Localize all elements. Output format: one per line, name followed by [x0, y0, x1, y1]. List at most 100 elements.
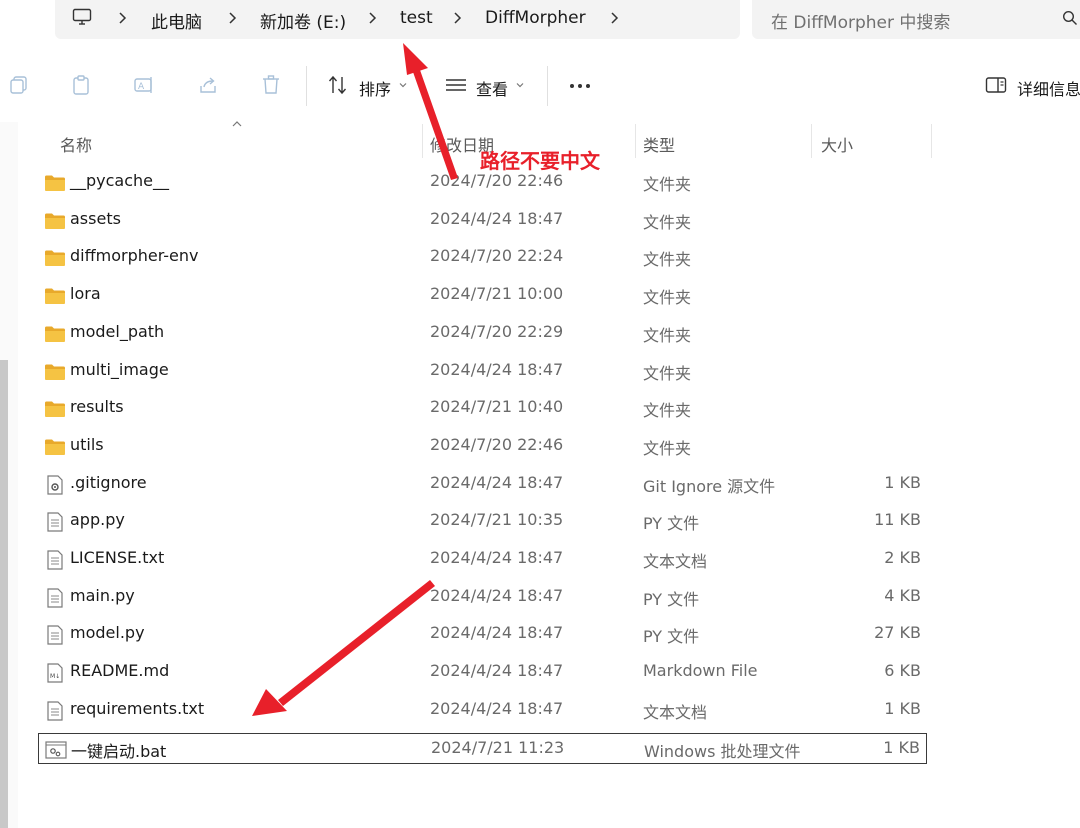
breadcrumb-drive-e[interactable]: 新加卷 (E:) [260, 8, 346, 33]
share-icon[interactable] [197, 74, 219, 96]
sort-ascending-icon [232, 121, 242, 127]
file-date-modified: 2024/7/21 10:40 [430, 397, 564, 417]
file-date-modified: 2024/7/20 22:24 [430, 246, 564, 266]
column-divider[interactable] [422, 124, 423, 158]
sort-icon[interactable] [327, 74, 349, 96]
copy-icon[interactable] [8, 74, 30, 96]
file-type: 文件夹 [643, 401, 692, 421]
paste-icon[interactable] [70, 74, 92, 96]
chevron-right-icon[interactable] [227, 11, 237, 25]
file-row[interactable]: results 2024/7/21 10:40 文件夹 [38, 393, 927, 424]
view-button[interactable]: 查看 [476, 76, 508, 100]
column-header-type[interactable]: 类型 [643, 132, 675, 156]
more-options-icon[interactable] [569, 74, 591, 96]
delete-icon[interactable] [260, 74, 282, 96]
column-divider[interactable] [931, 124, 932, 158]
file-row[interactable]: app.py 2024/7/21 10:35 PY 文件 11 KB [38, 506, 927, 537]
file-name[interactable]: diffmorpher-env [70, 246, 199, 265]
file-type: Git Ignore 源文件 [643, 476, 776, 496]
search-placeholder[interactable]: 在 DiffMorpher 中搜索 [771, 8, 950, 33]
column-divider[interactable] [811, 124, 812, 158]
rename-icon[interactable]: A [133, 74, 155, 96]
chevron-right-icon[interactable] [367, 11, 377, 25]
toolbar-divider [306, 66, 307, 106]
file-name[interactable]: model.py [70, 623, 145, 642]
file-row[interactable]: 一键启动.bat 2024/7/21 11:23 Windows 批处理文件 1 KB [38, 732, 927, 764]
file-row[interactable]: assets 2024/4/24 18:47 文件夹 [38, 205, 927, 236]
svg-text:A: A [138, 82, 145, 92]
file-date-modified: 2024/7/21 10:35 [430, 510, 564, 530]
file-name[interactable]: .gitignore [70, 473, 147, 492]
file-row[interactable]: diffmorpher-env 2024/7/20 22:24 文件夹 [38, 242, 927, 273]
sort-button[interactable]: 排序 [359, 76, 391, 100]
file-name[interactable]: utils [70, 435, 104, 454]
file-type: 文本文档 [643, 702, 708, 722]
file-row[interactable]: lora 2024/7/21 10:00 文件夹 [38, 280, 927, 311]
file-type: 文本文档 [643, 552, 708, 571]
file-row[interactable]: model.py 2024/4/24 18:47 PY 文件 27 KB [38, 619, 927, 650]
folder-icon [45, 175, 65, 191]
breadcrumb-diffmorpher[interactable]: DiffMorpher [485, 8, 586, 28]
toolbar-divider [547, 66, 548, 106]
file-type: 文件夹 [643, 212, 692, 232]
file-name[interactable]: main.py [70, 586, 135, 605]
column-divider[interactable] [635, 124, 636, 158]
file-row[interactable]: multi_image 2024/4/24 18:47 文件夹 [38, 356, 927, 387]
navigation-scrollbar[interactable] [0, 360, 8, 828]
file-size: 6 KB [884, 661, 921, 681]
chevron-down-icon[interactable] [398, 80, 408, 90]
file-name[interactable]: app.py [70, 510, 125, 529]
file-name[interactable]: README.md [70, 661, 169, 680]
file-row[interactable]: utils 2024/7/20 22:46 文件夹 [38, 431, 927, 462]
file-name[interactable]: lora [70, 284, 101, 303]
details-pane-icon[interactable] [985, 74, 1007, 96]
file-date-modified: 2024/4/24 18:47 [430, 623, 564, 643]
file-date-modified: 2024/7/21 11:23 [431, 737, 565, 757]
folder-icon [45, 213, 65, 229]
file-name[interactable]: 一键启动.bat [71, 738, 166, 762]
file-size: 1 KB [883, 737, 920, 757]
address-bar[interactable]: 此电脑 新加卷 (E:) test DiffMorpher [55, 0, 740, 39]
file-row[interactable]: LICENSE.txt 2024/4/24 18:47 文本文档 2 KB [38, 544, 927, 575]
file-date-modified: 2024/4/24 18:47 [430, 698, 564, 718]
file-name[interactable]: results [70, 397, 124, 416]
file-type: 文件夹 [643, 288, 692, 308]
file-name[interactable]: model_path [70, 322, 164, 341]
file-type: 文件夹 [643, 438, 692, 458]
document-icon [47, 625, 63, 645]
file-row[interactable]: .gitignore 2024/4/24 18:47 Git Ignore 源文件 1… [38, 469, 927, 500]
file-name[interactable]: __pycache__ [70, 171, 169, 190]
breadcrumb-this-pc[interactable]: 此电脑 [151, 8, 202, 33]
document-icon [47, 701, 63, 721]
details-button[interactable]: 详细信息 [1017, 76, 1080, 100]
file-type: PY 文件 [643, 627, 700, 647]
document-icon [47, 588, 63, 608]
file-row[interactable]: M↓ README.md 2024/4/24 18:47 Markdown File 6… [38, 657, 927, 688]
chevron-right-icon[interactable] [117, 11, 127, 25]
file-date-modified: 2024/7/21 10:00 [430, 284, 564, 304]
file-date-modified: 2024/4/24 18:47 [430, 548, 564, 567]
file-type: 文件夹 [643, 175, 692, 194]
document-icon [47, 550, 63, 570]
view-icon[interactable] [445, 74, 467, 96]
column-header-name[interactable]: 名称 [60, 132, 92, 156]
folder-icon [45, 364, 65, 380]
file-name[interactable]: assets [70, 209, 121, 228]
chevron-down-icon[interactable] [515, 80, 525, 90]
file-date-modified: 2024/4/24 18:47 [430, 661, 564, 681]
breadcrumb-test[interactable]: test [400, 8, 433, 28]
file-name[interactable]: LICENSE.txt [70, 548, 164, 567]
chevron-right-icon[interactable] [452, 11, 462, 25]
column-header-size[interactable]: 大小 [821, 132, 853, 156]
chevron-right-icon[interactable] [609, 11, 619, 25]
file-row[interactable]: model_path 2024/7/20 22:29 文件夹 [38, 318, 927, 349]
file-date-modified: 2024/4/24 18:47 [430, 359, 564, 379]
file-size: 1 KB [884, 698, 921, 718]
search-icon[interactable] [1062, 10, 1078, 26]
file-name[interactable]: multi_image [70, 360, 169, 379]
search-box[interactable]: 在 DiffMorpher 中搜索 [752, 0, 1080, 39]
file-name[interactable]: requirements.txt [70, 699, 204, 718]
file-row[interactable]: requirements.txt 2024/4/24 18:47 文本文档 1 KB [38, 695, 927, 726]
file-row[interactable]: main.py 2024/4/24 18:47 PY 文件 4 KB [38, 582, 927, 613]
this-pc-icon[interactable] [72, 7, 92, 27]
